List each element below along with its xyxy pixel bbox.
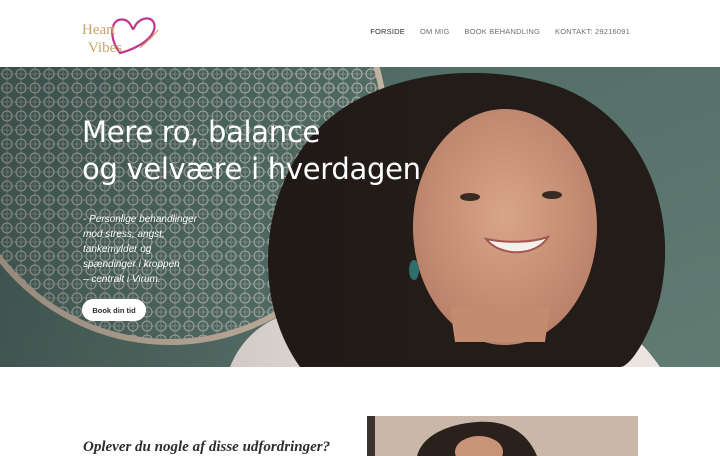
hero-title: Mere ro, balance og velvære i hverdagen: [82, 114, 442, 188]
nav-item-book-behandling[interactable]: BOOK BEHANDLING: [465, 27, 541, 36]
nav-item-kontakt[interactable]: KONTAKT: 29216091: [555, 27, 630, 36]
hero-subtitle: - Personlige behandlinger mod stress, an…: [83, 212, 233, 287]
main-navigation: FORSIDE OM MIG BOOK BEHANDLING KONTAKT: …: [370, 27, 630, 36]
nav-item-om-mig[interactable]: OM MIG: [420, 27, 450, 36]
section-photo: [367, 416, 638, 456]
logo-text-vibes: Vibes: [88, 40, 122, 56]
hero-subtitle-line: tankemylder og: [83, 244, 152, 255]
hero-title-line: Mere ro, balance: [82, 115, 321, 149]
hero-banner: Mere ro, balance og velvære i hverdagen …: [0, 67, 720, 367]
logo-text-heart: Heart: [82, 22, 116, 38]
challenges-heading: Oplever du nogle af disse udfordringer?: [83, 439, 331, 455]
hero-subtitle-line: spændinger i kroppen: [83, 259, 180, 270]
hero-subtitle-line: mod stress, angst,: [83, 229, 165, 240]
heart-vibes-logo[interactable]: Heart Vibes: [80, 8, 162, 58]
challenges-section: Oplever du nogle af disse udfordringer?: [0, 367, 720, 456]
book-din-tid-button[interactable]: Book din tid: [82, 299, 146, 321]
hero-subtitle-line: - Personlige behandlinger: [83, 214, 197, 225]
hero-title-line: og velvære i hverdagen: [82, 152, 421, 186]
nav-item-forside[interactable]: FORSIDE: [370, 27, 405, 36]
site-header: Heart Vibes FORSIDE OM MIG BOOK BEHANDLI…: [0, 0, 720, 67]
hero-subtitle-line: – centralt i Virum.: [83, 274, 161, 285]
